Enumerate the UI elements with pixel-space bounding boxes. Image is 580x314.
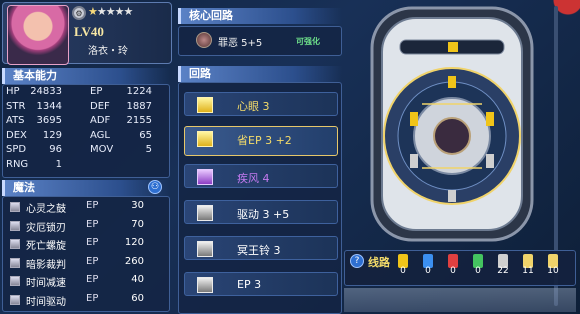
- stat-value: 1224: [126, 86, 152, 97]
- stat-label: AGL: [90, 129, 110, 141]
- stat-label: SPD: [6, 144, 27, 155]
- element-value: 0: [425, 266, 431, 276]
- magic-name: 暗影裁判: [26, 259, 66, 271]
- ep-label: EP: [86, 255, 99, 267]
- stat-value: 1: [55, 158, 62, 170]
- character-portrait: [7, 5, 69, 65]
- magic-list-item[interactable]: 暗影裁判 EP 260: [6, 254, 156, 272]
- ep-value: 120: [124, 237, 144, 248]
- circuit-label: 疾风 4: [237, 172, 270, 185]
- quartz-slot-icon: [197, 169, 213, 185]
- ep-value: 260: [124, 255, 144, 267]
- circuit-label: 心眼 3: [237, 100, 270, 113]
- magic-list-item[interactable]: 死亡螺旋 EP 120: [6, 235, 156, 253]
- circuit-label: 驱动 3 +5: [237, 208, 290, 221]
- core-circuit-name: 罪恶 5+5: [218, 38, 263, 49]
- magic-list-item[interactable]: 时间减速 EP 40: [6, 272, 156, 290]
- magic-name: 心灵之鼓: [26, 204, 66, 215]
- stat-label: MOV: [90, 144, 114, 155]
- stat-value: 96: [49, 144, 62, 155]
- stat-label: ATS: [6, 115, 25, 126]
- stat-value: 24833: [30, 86, 62, 97]
- circuit-slot-row[interactable]: EP 3: [184, 272, 338, 296]
- stat-label: ADF: [90, 115, 111, 126]
- magic-name: 死亡螺旋: [26, 241, 66, 252]
- stat-value: 1344: [36, 100, 62, 112]
- close-button[interactable]: [540, 0, 580, 16]
- upgradable-tag: 可强化: [296, 37, 320, 46]
- magic-quartz-icon: [10, 276, 20, 286]
- element-value: 0: [450, 266, 456, 276]
- magic-quartz-icon: [10, 239, 20, 249]
- circuit-label: EP 3: [237, 278, 262, 291]
- character-level: LV40: [74, 24, 104, 39]
- magic-list-item[interactable]: 灾厄锁刃 EP 70: [6, 217, 156, 235]
- magic-name: 时间减速: [26, 278, 66, 289]
- bottom-decoration: [344, 288, 576, 312]
- stat-value: 1887: [126, 100, 152, 112]
- magic-name: 灾厄锁刃: [26, 222, 66, 234]
- circuit-slot-row[interactable]: 冥王铃 3: [184, 236, 338, 260]
- quartz-slot-icon: [197, 277, 213, 293]
- circuits-header: 回路: [178, 66, 342, 82]
- magic-header: 魔法: [2, 180, 170, 196]
- element-value: 10: [547, 266, 559, 276]
- magic-list-item[interactable]: 心灵之鼓 EP 30: [6, 198, 156, 216]
- stat-label: HP: [6, 86, 20, 97]
- core-circuit-header: 核心回路: [178, 8, 342, 24]
- quartz-slot-icon: [197, 97, 213, 113]
- circuit-slot-row[interactable]: 疾风 4: [184, 164, 338, 188]
- element-value: 11: [522, 266, 534, 276]
- element-value: 0: [475, 266, 481, 276]
- magic-quartz-icon: [10, 257, 20, 268]
- help-icon[interactable]: ?: [350, 254, 364, 268]
- magic-list-item[interactable]: 时间驱动 EP 60: [6, 291, 156, 309]
- ep-label: EP: [86, 218, 99, 230]
- ep-label: EP: [86, 237, 99, 248]
- stat-label: EP: [90, 86, 103, 97]
- ep-label: EP: [86, 200, 99, 211]
- ep-value: 60: [131, 292, 144, 304]
- magic-name: 时间驱动: [26, 296, 66, 308]
- stat-value: 5: [145, 144, 152, 155]
- element-value: 0: [400, 266, 406, 276]
- circuit-label: 省EP 3 +2: [237, 134, 292, 147]
- magic-quartz-icon: [10, 294, 20, 305]
- core-quartz-icon: [196, 32, 212, 48]
- circuit-label: 冥王铃 3: [237, 244, 281, 257]
- stat-label: DEF: [90, 100, 110, 112]
- ep-label: EP: [86, 292, 99, 304]
- stat-value: 129: [42, 129, 62, 141]
- quartz-slot-icon: [197, 241, 213, 257]
- element-value: 22: [497, 266, 509, 276]
- ep-value: 30: [131, 200, 144, 211]
- rank-stars: ★★★★★: [88, 5, 133, 18]
- circuit-slot-row[interactable]: 省EP 3 +2: [184, 126, 338, 156]
- stat-value: 3695: [36, 115, 62, 126]
- basic-stats-header: 基本能力: [2, 68, 170, 84]
- character-name: 洛衣・玲: [88, 46, 128, 57]
- ep-value: 40: [131, 274, 144, 285]
- orbment-disc[interactable]: [352, 4, 552, 244]
- quartz-slot-icon: [197, 131, 213, 147]
- gear-emblem-icon: ⚙: [72, 6, 86, 20]
- line-label: 线路: [368, 256, 390, 269]
- orbment-slot-top: [448, 42, 458, 52]
- magic-toggle-icon[interactable]: ⚇: [148, 180, 162, 194]
- stat-value: 2155: [126, 115, 152, 126]
- stat-label: STR: [6, 100, 26, 112]
- ep-label: EP: [86, 274, 99, 285]
- circuit-slot-row[interactable]: 驱动 3 +5: [184, 200, 338, 224]
- quartz-slot-icon: [197, 205, 213, 221]
- magic-quartz-icon: [10, 220, 20, 231]
- circuit-slot-row[interactable]: 心眼 3: [184, 92, 338, 116]
- stat-label: RNG: [6, 158, 29, 170]
- stat-label: DEX: [6, 129, 27, 141]
- magic-quartz-icon: [10, 202, 20, 212]
- ep-value: 70: [131, 218, 144, 230]
- stat-value: 65: [139, 129, 152, 141]
